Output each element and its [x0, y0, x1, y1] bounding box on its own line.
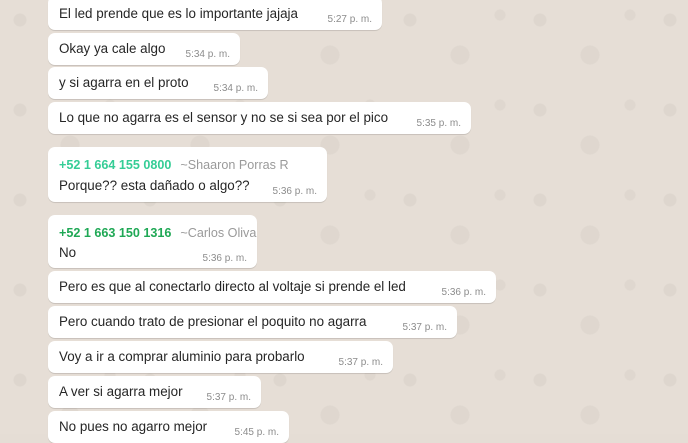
- message-text: Lo que no agarra es el sensor y no se si…: [59, 110, 389, 125]
- message-text: No pues no agarro mejor: [59, 419, 208, 434]
- message-bubble[interactable]: +52 1 664 155 0800 ~Shaaron Porras R Porq…: [48, 147, 327, 202]
- message-time: 5:36 p. m.: [272, 186, 317, 197]
- message-bubble[interactable]: Pero es que al conectarlo directo al vol…: [48, 271, 496, 303]
- message-text: El led prende que es lo importante jajaj…: [59, 6, 298, 21]
- sender-name: ~Carlos Oliva: [180, 226, 257, 240]
- message-bubble[interactable]: +52 1 663 150 1316 ~Carlos Oliva No 5:36 …: [48, 215, 257, 268]
- message-text: y si agarra en el proto: [59, 75, 189, 90]
- message-bubble[interactable]: Pero cuando trato de presionar el poquit…: [48, 306, 457, 338]
- message-text: Okay ya cale algo: [59, 41, 166, 56]
- message-sender: +52 1 664 155 0800 ~Shaaron Porras R: [59, 158, 289, 172]
- message-time: 5:45 p. m.: [234, 427, 279, 438]
- message-time: 5:36 p. m.: [441, 287, 486, 298]
- message-bubble[interactable]: Okay ya cale algo 5:34 p. m.: [48, 33, 240, 65]
- message-time: 5:37 p. m.: [206, 392, 251, 403]
- message-bubble[interactable]: No pues no agarro mejor 5:45 p. m.: [48, 411, 289, 443]
- message-time: 5:35 p. m.: [416, 118, 461, 129]
- message-text: Porque?? esta dañado o algo??: [59, 178, 250, 193]
- message-bubble[interactable]: y si agarra en el proto 5:34 p. m.: [48, 67, 268, 99]
- sender-phone[interactable]: +52 1 664 155 0800: [59, 158, 171, 172]
- message-time: 5:37 p. m.: [402, 322, 447, 333]
- message-time: 5:34 p. m.: [185, 49, 230, 60]
- message-sender: +52 1 663 150 1316 ~Carlos Oliva: [59, 226, 256, 240]
- message-text: A ver si agarra mejor: [59, 384, 183, 399]
- chat-message-list[interactable]: El led prende que es lo importante jajaj…: [0, 0, 688, 443]
- sender-phone[interactable]: +52 1 663 150 1316: [59, 226, 171, 240]
- message-text: Pero cuando trato de presionar el poquit…: [59, 314, 367, 329]
- message-bubble[interactable]: Lo que no agarra es el sensor y no se si…: [48, 102, 471, 134]
- message-time: 5:36 p. m.: [202, 253, 247, 264]
- message-bubble[interactable]: Voy a ir a comprar aluminio para probarl…: [48, 341, 393, 373]
- message-text: Pero es que al conectarlo directo al vol…: [59, 279, 406, 294]
- message-time: 5:34 p. m.: [213, 83, 258, 94]
- message-bubble[interactable]: A ver si agarra mejor 5:37 p. m.: [48, 376, 261, 408]
- sender-name: ~Shaaron Porras R: [180, 158, 289, 172]
- message-time: 5:27 p. m.: [327, 14, 372, 25]
- message-time: 5:37 p. m.: [338, 357, 383, 368]
- message-bubble[interactable]: El led prende que es lo importante jajaj…: [48, 0, 382, 30]
- message-text: Voy a ir a comprar aluminio para probarl…: [59, 349, 305, 364]
- message-text: No: [59, 245, 77, 260]
